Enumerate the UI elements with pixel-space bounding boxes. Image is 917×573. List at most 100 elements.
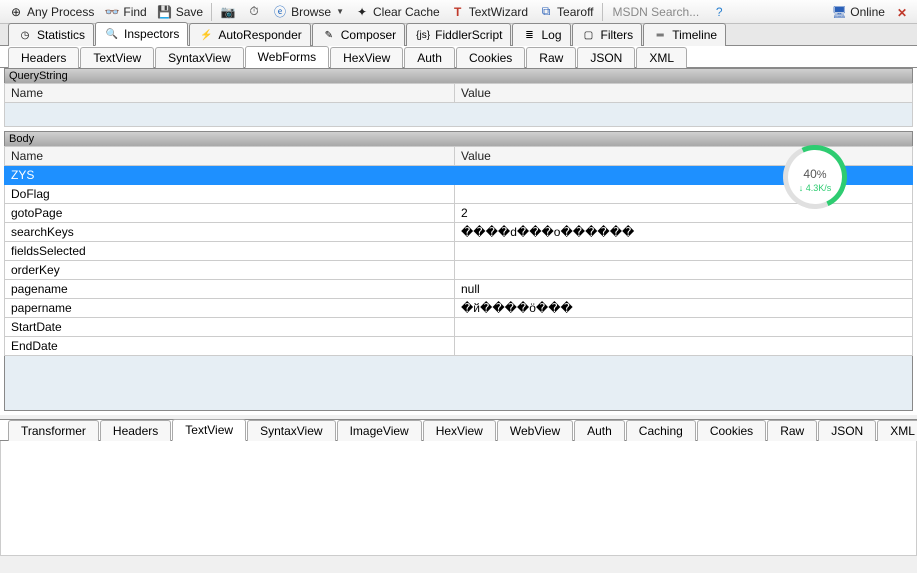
timer-button[interactable]: ⏱ [242, 2, 266, 22]
msdn-search-input[interactable]: MSDN Search... [607, 5, 706, 19]
cell-name[interactable]: orderKey [5, 261, 455, 280]
response-tab-caching[interactable]: Caching [626, 420, 696, 441]
main-tab-label: FiddlerScript [435, 28, 502, 42]
cell-value[interactable]: ����d���o������ [455, 223, 913, 242]
chevron-down-icon: ▼ [334, 7, 344, 16]
table-row[interactable]: ZYS [5, 166, 913, 185]
request-tab-cookies[interactable]: Cookies [456, 47, 525, 68]
response-tab-imageview[interactable]: ImageView [337, 420, 422, 441]
stopwatch-icon: ⏱ [246, 4, 262, 20]
cell-name[interactable]: EndDate [5, 337, 455, 356]
save-button[interactable]: 💾 Save [153, 2, 207, 22]
main-tab-label: Inspectors [124, 27, 179, 41]
cell-name[interactable]: StartDate [5, 318, 455, 337]
table-row[interactable]: papername�й����ö��� [5, 299, 913, 318]
tearoff-button[interactable]: ⧉ Tearoff [534, 2, 597, 22]
main-tab-timeline[interactable]: ═Timeline [643, 23, 726, 46]
cell-value[interactable] [455, 261, 913, 280]
cell-name[interactable]: fieldsSelected [5, 242, 455, 261]
response-tab-auth[interactable]: Auth [574, 420, 625, 441]
request-tab-bar: HeadersTextViewSyntaxViewWebFormsHexView… [0, 46, 917, 68]
cell-value[interactable]: �й����ö��� [455, 299, 913, 318]
main-tab-filters[interactable]: ▢Filters [572, 23, 643, 46]
request-tab-webforms[interactable]: WebForms [245, 46, 329, 68]
response-tab-raw[interactable]: Raw [767, 420, 817, 441]
table-row[interactable]: pagenamenull [5, 280, 913, 299]
main-tab-statistics[interactable]: ◷Statistics [8, 23, 94, 46]
online-status[interactable]: 🖥 Online [827, 2, 889, 22]
main-tab-label: Statistics [37, 28, 85, 42]
cell-name[interactable]: gotoPage [5, 204, 455, 223]
main-tab-label: Log [541, 28, 561, 42]
cell-value[interactable] [455, 242, 913, 261]
toolbar-separator [211, 3, 212, 21]
response-tab-textview[interactable]: TextView [172, 419, 246, 441]
response-tab-xml[interactable]: XML [877, 420, 917, 441]
response-tab-json[interactable]: JSON [818, 420, 876, 441]
query-col-name[interactable]: Name [5, 84, 455, 103]
response-tab-syntaxview[interactable]: SyntaxView [247, 420, 335, 441]
request-tab-json[interactable]: JSON [577, 47, 635, 68]
browse-label: Browse [291, 5, 331, 19]
clear-cache-button[interactable]: ✦ Clear Cache [350, 2, 444, 22]
find-button[interactable]: 👓 Find [100, 2, 150, 22]
main-tab-bar: ◷Statistics🔍Inspectors ⚡ AutoResponder ✎Com… [0, 24, 917, 46]
request-tab-headers[interactable]: Headers [8, 47, 79, 68]
main-tab-log[interactable]: ≣Log [512, 23, 570, 46]
main-tab-label: AutoResponder [218, 28, 301, 42]
body-col-name[interactable]: Name [5, 147, 455, 166]
camera-icon: 📷 [220, 4, 236, 20]
querystring-section-header: QueryString [4, 68, 913, 83]
cell-name[interactable]: papername [5, 299, 455, 318]
cell-value[interactable] [455, 337, 913, 356]
cell-name[interactable]: ZYS [5, 166, 455, 185]
response-textview[interactable] [0, 441, 917, 556]
cell-name[interactable]: searchKeys [5, 223, 455, 242]
table-row[interactable]: searchKeys����d���o������ [5, 223, 913, 242]
top-toolbar: ⊕ Any Process 👓 Find 💾 Save 📷 ⏱ ⓔ Browse… [0, 0, 917, 24]
cell-name[interactable]: DoFlag [5, 185, 455, 204]
main-tab-inspectors[interactable]: 🔍Inspectors [95, 22, 188, 46]
table-row[interactable]: orderKey [5, 261, 913, 280]
query-col-value[interactable]: Value [455, 84, 913, 103]
table-row[interactable]: StartDate [5, 318, 913, 337]
toolbar-separator [602, 3, 603, 21]
request-tab-syntaxview[interactable]: SyntaxView [155, 47, 243, 68]
binoculars-icon: 👓 [104, 4, 120, 20]
query-empty-row[interactable] [5, 103, 913, 127]
tearoff-label: Tearoff [557, 5, 593, 19]
table-row[interactable]: EndDate [5, 337, 913, 356]
cell-value[interactable] [455, 318, 913, 337]
request-tab-textview[interactable]: TextView [80, 47, 154, 68]
response-tab-transformer[interactable]: Transformer [8, 420, 99, 441]
lightning-icon: ⚡ [198, 27, 214, 43]
cell-value[interactable]: null [455, 280, 913, 299]
cell-name[interactable]: pagename [5, 280, 455, 299]
find-label: Find [123, 5, 146, 19]
response-tab-webview[interactable]: WebView [497, 420, 573, 441]
table-row[interactable]: fieldsSelected [5, 242, 913, 261]
request-tab-hexview[interactable]: HexView [330, 47, 403, 68]
close-button[interactable]: ✕ [891, 4, 913, 20]
ie-icon: ⓔ [272, 4, 288, 20]
body-section-header: Body [4, 131, 913, 146]
screenshot-button[interactable]: 📷 [216, 2, 240, 22]
table-row[interactable]: gotoPage2 [5, 204, 913, 223]
tearoff-icon: ⧉ [538, 4, 554, 20]
textwizard-button[interactable]: T TextWizard [446, 2, 532, 22]
request-tab-xml[interactable]: XML [636, 47, 687, 68]
table-row[interactable]: DoFlag [5, 185, 913, 204]
main-tab-composer[interactable]: ✎Composer [312, 23, 405, 46]
response-tab-hexview[interactable]: HexView [423, 420, 496, 441]
response-tab-cookies[interactable]: Cookies [697, 420, 766, 441]
help-button[interactable]: ? [707, 2, 731, 22]
any-process-button[interactable]: ⊕ Any Process [4, 2, 98, 22]
main-tab-fiddlerscript[interactable]: {js}FiddlerScript [406, 23, 511, 46]
disk-icon: 💾 [157, 4, 173, 20]
request-tab-auth[interactable]: Auth [404, 47, 455, 68]
timeline-icon: ═ [652, 27, 668, 43]
response-tab-headers[interactable]: Headers [100, 420, 171, 441]
main-tab-autoresponder[interactable]: ⚡ AutoResponder [189, 23, 310, 46]
browse-button[interactable]: ⓔ Browse ▼ [268, 2, 348, 22]
request-tab-raw[interactable]: Raw [526, 47, 576, 68]
